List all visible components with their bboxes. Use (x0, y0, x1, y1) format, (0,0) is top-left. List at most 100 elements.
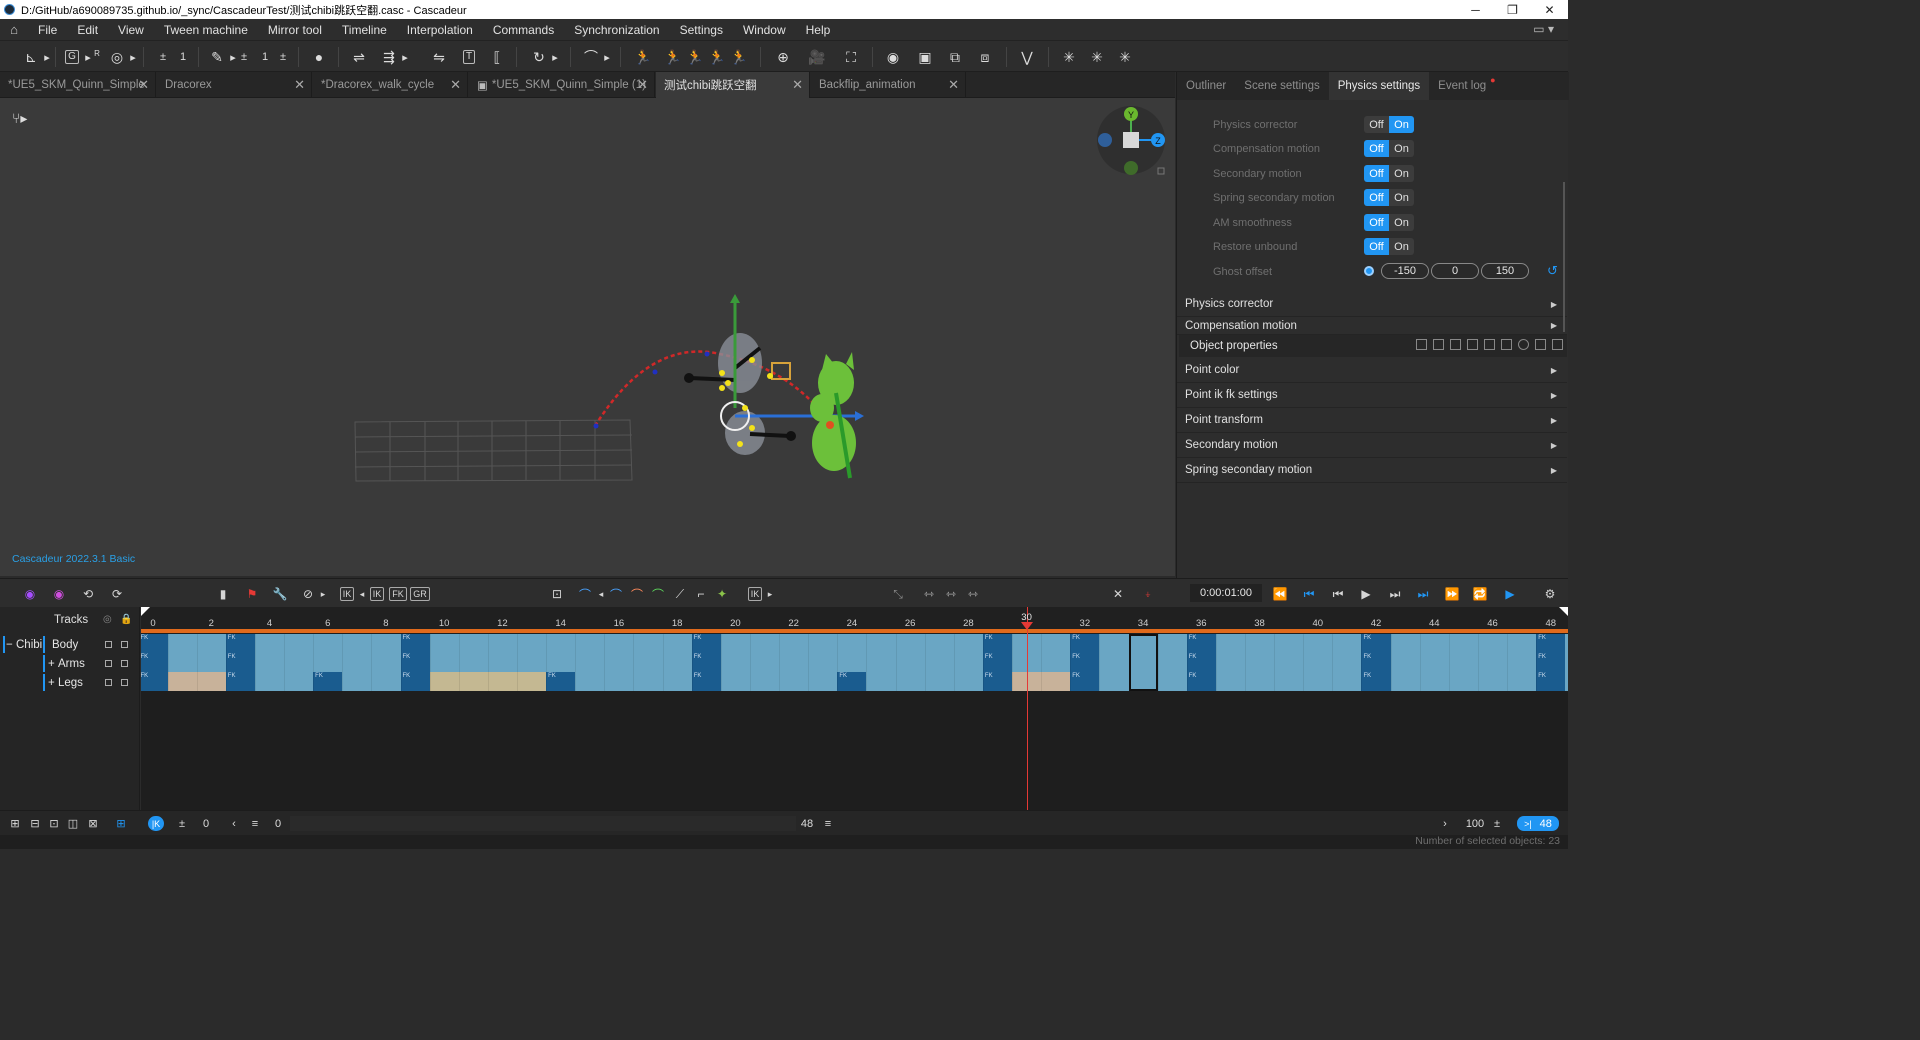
playhead-handle[interactable] (1020, 622, 1033, 630)
prev-frame-icon[interactable]: ⏮ (1328, 585, 1348, 603)
hide-all-icon[interactable]: ◎ (103, 614, 112, 625)
gr-button[interactable]: GR (410, 585, 430, 603)
layout-b-icon[interactable]: ⊟ (28, 816, 42, 831)
keyframe[interactable]: FK (982, 672, 1013, 691)
frame-field-a[interactable]: 0 (194, 816, 218, 831)
list-icon[interactable]: ≡ (250, 816, 260, 831)
toggle-off-option[interactable]: Off (1364, 214, 1389, 231)
tab-outliner[interactable]: Outliner (1177, 72, 1235, 100)
reset-icon[interactable]: ↺ (1547, 263, 1558, 279)
fast-forward-icon[interactable]: ⏩ (1442, 585, 1462, 603)
physics-corrector-section[interactable]: Physics corrector ▶ (1177, 292, 1567, 317)
track-lock-checkbox[interactable] (121, 660, 128, 667)
wrench-icon[interactable]: 🔧 (270, 585, 290, 603)
zoom-stepper-icon[interactable]: ± (1492, 816, 1502, 831)
keyframe[interactable]: FK (837, 672, 867, 691)
camera-icon[interactable]: 🎥 (806, 47, 828, 67)
menu-tween-machine[interactable]: Tween machine (154, 23, 258, 37)
doc-tab-dracorex-walk[interactable]: *Dracorex_walk_cycle ✕ (313, 72, 468, 98)
tab-event-log[interactable]: Event log ● (1429, 72, 1504, 100)
keyframe[interactable]: FK (1070, 634, 1100, 653)
menu-interpolation[interactable]: Interpolation (397, 23, 483, 37)
layout-c-icon[interactable]: ⊡ (47, 816, 61, 831)
menu-file[interactable]: File (28, 23, 67, 37)
pose-runner-icon[interactable]: 🏃 (632, 47, 654, 67)
track-visibility-checkbox[interactable] (105, 679, 112, 686)
secondary-motion-toggle[interactable]: Off On (1364, 165, 1414, 182)
lock-all-icon[interactable]: 🔒 (120, 614, 132, 625)
menu-mirror-tool[interactable]: Mirror tool (258, 23, 332, 37)
global-toggle-button[interactable]: G (62, 47, 82, 67)
end-frame-button[interactable]: >| 48 (1517, 816, 1559, 831)
tween-b-icon[interactable]: ⇿ (918, 585, 940, 603)
loop-mode-icon[interactable]: ⟲ (78, 585, 98, 603)
orbit-dropdown-icon[interactable]: ▸ (129, 47, 137, 67)
keyframe[interactable]: FK (1070, 653, 1100, 672)
tween-d-icon[interactable]: ⇿ (962, 585, 984, 603)
arc-tool-icon[interactable]: ⌒ (580, 47, 602, 67)
scene-canvas[interactable]: Y Z (0, 98, 1175, 576)
track-visibility-checkbox[interactable] (105, 641, 112, 648)
step-field[interactable]: 1 (172, 47, 194, 67)
keyframe[interactable]: FK (225, 672, 255, 691)
keyframe[interactable]: FK (691, 672, 721, 691)
bracket-icon[interactable]: ⟦ (486, 47, 508, 67)
range-start-marker[interactable] (141, 607, 150, 616)
global-dropdown-icon[interactable]: ▸ (84, 47, 92, 67)
keyframe[interactable]: FK (141, 634, 168, 653)
curve-b-icon[interactable]: ⌒ (606, 585, 626, 603)
zoom-field[interactable]: 100 (1462, 816, 1488, 831)
prop-tool-icon[interactable] (1535, 339, 1546, 350)
frame-stepper-icon[interactable]: ± (177, 816, 187, 831)
orbit-icon[interactable]: ◎ (106, 47, 128, 67)
keyframe[interactable]: FK (141, 653, 168, 672)
keyframe[interactable]: FK (1186, 672, 1216, 691)
current-time-field[interactable]: 0:00:01:00 (1190, 584, 1262, 602)
frame-field-b[interactable]: 0 (268, 816, 288, 831)
axis-tool-icon[interactable]: ⊾ (20, 47, 42, 67)
menu-view[interactable]: View (108, 23, 154, 37)
toggle-on-option[interactable]: On (1389, 214, 1414, 231)
keyframe[interactable]: FK (141, 672, 168, 691)
track-lock-checkbox[interactable] (121, 679, 128, 686)
physics-scrollbar[interactable] (1563, 182, 1565, 332)
rig-b-icon[interactable]: ✳ (1086, 47, 1108, 67)
pose-runner-c-icon[interactable]: 🏃 (684, 47, 706, 67)
toggle-on-option[interactable]: On (1389, 238, 1414, 255)
home-icon[interactable]: ⌂ (0, 22, 28, 37)
prev-arrow-icon[interactable]: ‹ (229, 816, 239, 831)
toggle-off-option[interactable]: Off (1364, 140, 1389, 157)
close-tab-icon[interactable]: ✕ (294, 77, 305, 93)
doc-tab-backflip[interactable]: Backflip_animation ✕ (811, 72, 966, 98)
keyframe[interactable]: FK (1361, 634, 1391, 653)
prop-tool-icon[interactable] (1552, 339, 1563, 350)
step-stepper-icon[interactable]: ± (158, 47, 168, 67)
ik-interp-button[interactable]: IK (746, 585, 764, 603)
range-end-marker[interactable] (1559, 607, 1568, 616)
paste-pose-icon[interactable]: ⧈ (974, 47, 996, 67)
prop-tool-icon[interactable] (1467, 339, 1478, 350)
keyframe[interactable]: FK (1186, 653, 1216, 672)
ik-button[interactable]: IK (338, 585, 356, 603)
keyframe[interactable]: FK (225, 634, 255, 653)
grid-icon[interactable]: ▣ (914, 47, 936, 67)
close-tab-icon[interactable]: ✕ (138, 77, 149, 93)
am-smoothness-toggle[interactable]: Off On (1364, 214, 1414, 231)
playhead[interactable] (1026, 607, 1028, 810)
interval-icon[interactable]: ⇌ (348, 47, 370, 67)
compensation-motion-toggle[interactable]: Off On (1364, 140, 1414, 157)
collapse-icon[interactable]: − (6, 639, 13, 651)
interval-c-icon[interactable]: ⇋ (428, 47, 450, 67)
settings-gear-icon[interactable]: ⚙ (1540, 585, 1560, 603)
layout-a-icon[interactable]: ⊞ (8, 816, 22, 831)
brush-stepper-b-icon[interactable]: ± (278, 47, 288, 67)
menu-timeline[interactable]: Timeline (332, 23, 397, 37)
menu-synchronization[interactable]: Synchronization (564, 23, 669, 37)
doc-tab-ue5-quinn-1[interactable]: ▣ *UE5_SKM_Quinn_Simple (1) ✕ (469, 72, 655, 98)
disable-icon[interactable]: ⊘ (298, 585, 318, 603)
tween-c-icon[interactable]: ⇿ (940, 585, 962, 603)
pivot-icon[interactable]: ⊕ (772, 47, 794, 67)
menu-commands[interactable]: Commands (483, 23, 564, 37)
keyframe[interactable]: FK (400, 634, 430, 653)
rig-a-icon[interactable]: ✳ (1058, 47, 1080, 67)
